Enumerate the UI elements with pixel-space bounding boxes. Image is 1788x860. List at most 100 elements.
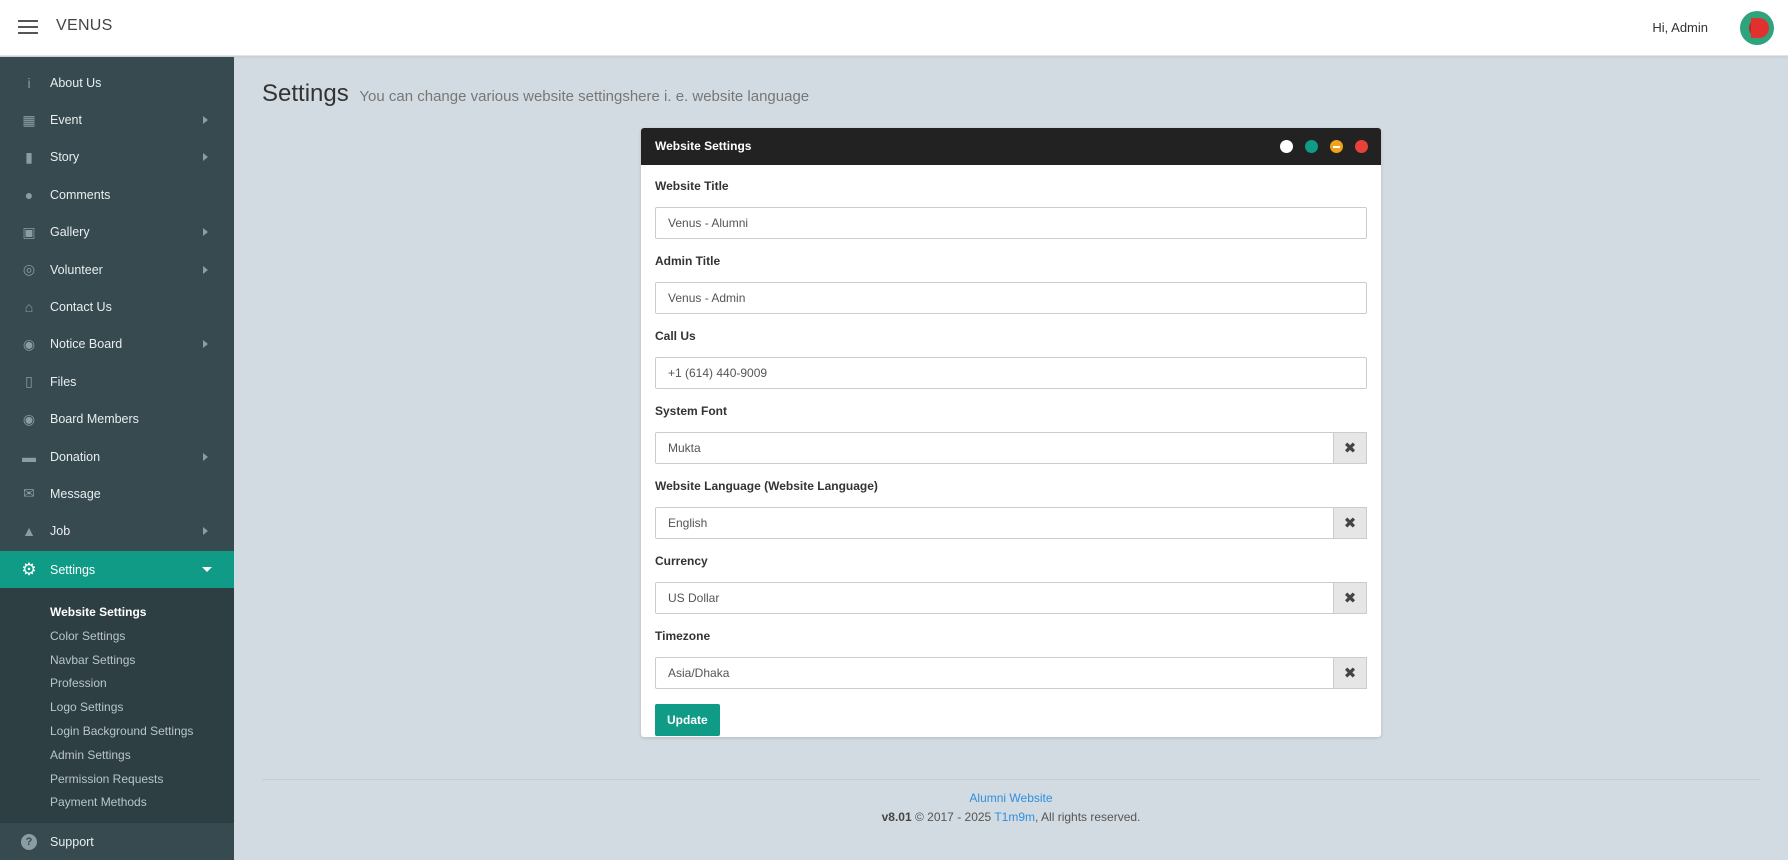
refresh-icon[interactable] [1305, 140, 1318, 153]
system-font-select: ✖ [655, 432, 1367, 464]
submenu-item-login-background-settings[interactable]: Login Background Settings [0, 719, 234, 743]
bank-icon: ⌂ [24, 299, 34, 316]
panel-title: Website Settings [655, 139, 752, 153]
sidebar-item-gallery[interactable]: ▣ Gallery [0, 214, 234, 251]
footer-site-link-text[interactable]: Alumni Website [969, 791, 1052, 805]
user-greeting[interactable]: Hi, Admin [1652, 20, 1708, 35]
website-language-select: ✖ [655, 507, 1367, 539]
admin-title-label: Admin Title [655, 254, 721, 268]
sidebar-item-label: Notice Board [50, 337, 123, 352]
version-label: v8.01 [881, 810, 912, 824]
currency-input[interactable] [655, 582, 1334, 614]
sidebar-item-label: Comments [50, 187, 111, 202]
footer-site-link[interactable]: Alumni Website [0, 791, 1788, 805]
sidebar-item-about-us[interactable]: i About Us [0, 64, 234, 101]
sidebar-item-label: About Us [50, 75, 102, 90]
sidebar-item-label: Gallery [50, 225, 90, 240]
chevron-right-icon [203, 265, 208, 274]
info-icon: i [27, 74, 31, 91]
brand-name[interactable]: VENUS [56, 17, 113, 35]
sidebar-item-comments[interactable]: ● Comments [0, 176, 234, 213]
website-title-label: Website Title [655, 179, 729, 193]
system-font-label: System Font [655, 404, 728, 418]
lifebuoy-icon: ◎ [22, 261, 36, 278]
expand-icon[interactable] [1280, 140, 1293, 153]
hamburger-menu-icon[interactable] [18, 20, 38, 34]
sidebar-item-job[interactable]: ▲ Job [0, 513, 234, 550]
clear-currency-icon[interactable]: ✖ [1334, 582, 1367, 614]
question-icon: ? [20, 833, 38, 851]
clear-timezone-icon[interactable]: ✖ [1334, 657, 1367, 689]
timezone-input[interactable] [655, 657, 1334, 689]
website-settings-panel: Website Settings Website Title Admin Tit… [641, 128, 1381, 737]
chevron-right-icon [203, 153, 208, 162]
chevron-right-icon [203, 340, 208, 349]
submenu-item-admin-settings[interactable]: Admin Settings [0, 743, 234, 767]
sidebar-item-message[interactable]: ✉ Message [0, 475, 234, 512]
sidebar-item-settings[interactable]: ⚙ Settings [0, 551, 234, 589]
sidebar-item-files[interactable]: ▯ Files [0, 363, 234, 400]
footer-divider [262, 779, 1760, 780]
website-language-label: Website Language (Website Language) [655, 479, 878, 493]
chevron-right-icon [203, 527, 208, 536]
envelope-icon: ✉ [23, 485, 35, 502]
sidebar-item-label: Story [50, 150, 80, 165]
submenu-item-color-settings[interactable]: Color Settings [0, 624, 234, 648]
timezone-label: Timezone [655, 629, 711, 643]
top-navbar: VENUS Hi, Admin [0, 0, 1788, 56]
sidebar-item-label: Donation [50, 449, 101, 464]
sidebar-item-notice-board[interactable]: ◉ Notice Board [0, 326, 234, 363]
sidebar-item-label: Support [50, 834, 94, 849]
submenu-item-permission-requests[interactable]: Permission Requests [0, 767, 234, 791]
clear-system-font-icon[interactable]: ✖ [1334, 432, 1367, 464]
sidebar-item-label: Files [50, 374, 77, 389]
admin-title-input[interactable] [655, 282, 1367, 314]
sidebar-item-contact-us[interactable]: ⌂ Contact Us [0, 288, 234, 325]
submenu-item-navbar-settings[interactable]: Navbar Settings [0, 648, 234, 672]
website-language-input[interactable] [655, 507, 1334, 539]
sidebar-item-label: Job [50, 524, 71, 539]
gear-icon: ⚙ [21, 559, 37, 579]
page-subtitle: You can change various website settingsh… [359, 88, 810, 105]
sidebar-item-donation[interactable]: ▬ Donation [0, 438, 234, 475]
sidebar-item-volunteer[interactable]: ◎ Volunteer [0, 251, 234, 288]
file-icon: ▯ [25, 373, 33, 390]
page-title: Settings You can change various website … [262, 80, 809, 108]
calendar-icon: ▦ [22, 111, 36, 128]
panel-header: Website Settings [641, 128, 1381, 165]
website-title-input[interactable] [655, 207, 1367, 239]
user-circle-icon: ◉ [22, 410, 36, 427]
avatar[interactable] [1740, 11, 1774, 45]
minimize-icon[interactable] [1330, 140, 1343, 153]
submenu-item-logo-settings[interactable]: Logo Settings [0, 695, 234, 719]
rights-text: , All rights reserved. [1035, 810, 1141, 824]
sidebar-item-support[interactable]: ? Support [0, 822, 234, 860]
chevron-right-icon [203, 116, 208, 125]
call-us-input[interactable] [655, 357, 1367, 389]
book-icon: ▮ [25, 148, 33, 165]
sidebar-item-label: Message [50, 486, 101, 501]
currency-select: ✖ [655, 582, 1367, 614]
sidebar-item-story[interactable]: ▮ Story [0, 139, 234, 176]
broadcast-icon: ◉ [22, 335, 36, 352]
author-link[interactable]: T1m9m [994, 810, 1035, 824]
timezone-select: ✖ [655, 657, 1367, 689]
chevron-right-icon [203, 228, 208, 237]
sidebar-item-board-members[interactable]: ◉ Board Members [0, 401, 234, 438]
chevron-down-icon [202, 567, 212, 573]
sidebar-item-label: Contact Us [50, 300, 112, 315]
update-button[interactable]: Update [655, 704, 720, 736]
sidebar-item-event[interactable]: ▦ Event [0, 101, 234, 138]
image-icon: ▣ [22, 223, 36, 240]
clear-language-icon[interactable]: ✖ [1334, 507, 1367, 539]
lock-icon: ▲ [22, 523, 36, 540]
submenu-item-profession[interactable]: Profession [0, 671, 234, 695]
sidebar-item-label: Board Members [50, 412, 139, 427]
sidebar-item-label: Settings [50, 562, 96, 577]
sidebar: i About Us ▦ Event ▮ Story ● Comments ▣ Gallery ◎ V… [0, 57, 234, 860]
close-icon[interactable] [1355, 140, 1368, 153]
credit-card-icon: ▬ [22, 448, 36, 465]
system-font-input[interactable] [655, 432, 1334, 464]
submenu-item-website-settings[interactable]: Website Settings [0, 600, 234, 624]
footer-copyright: v8.01 © 2017 - 2025 T1m9m, All rights re… [0, 810, 1788, 824]
